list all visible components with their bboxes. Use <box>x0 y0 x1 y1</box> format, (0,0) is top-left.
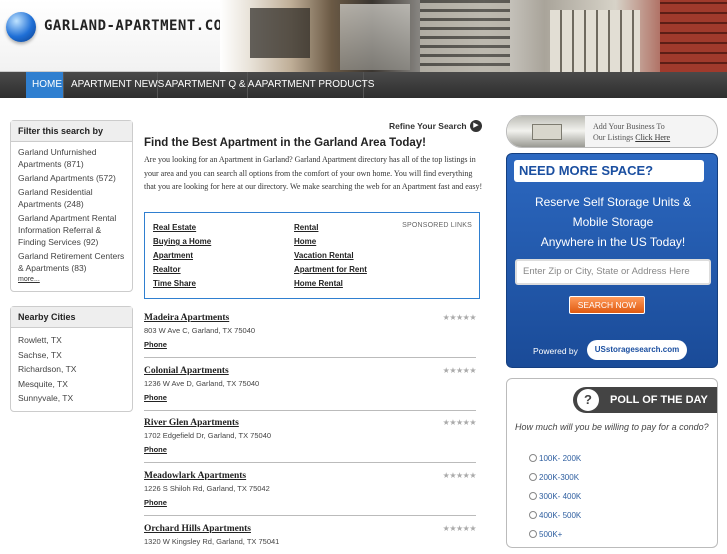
sponsored-link[interactable]: Apartment for Rent <box>294 265 367 274</box>
storage-body-line: Reserve Self Storage Units & <box>534 195 692 209</box>
poll-option[interactable]: 100K- 200K <box>529 454 581 463</box>
ad-line2: Our Listings <box>593 133 634 142</box>
poll-option-label: 500K+ <box>539 530 563 539</box>
sponsored-link[interactable]: Home Rental <box>294 279 343 288</box>
listing-item: Madeira Apartments 803 W Ave C, Garland,… <box>144 313 477 358</box>
intro-text: Are you looking for an Apartment in Garl… <box>144 155 483 192</box>
poll-option-label: 300K- 400K <box>539 492 582 501</box>
poll-option[interactable]: 200K-300K <box>529 473 579 482</box>
poll-option[interactable]: 300K- 400K <box>529 492 581 501</box>
site-title[interactable]: GARLAND-APARTMENT.COM <box>44 18 232 34</box>
powered-by-label: Powered by <box>533 346 578 356</box>
filter-item[interactable]: Garland Unfurnished Apartments (871) <box>18 146 125 170</box>
listing-name[interactable]: Madeira Apartments <box>144 313 229 323</box>
filter-item[interactable]: Garland Residential Apartments (248) <box>18 186 125 210</box>
listing-item: River Glen Apartments 1702 Edgefield Dr,… <box>144 418 477 463</box>
ad-image <box>507 116 585 147</box>
city-link[interactable]: Sunnyvale, TX <box>18 392 125 404</box>
listing-item: Colonial Apartments 1236 W Ave D, Garlan… <box>144 366 477 411</box>
listing-phone-link[interactable]: Phone <box>144 498 167 507</box>
question-icon: ? <box>577 389 599 411</box>
filter-more-link[interactable]: more... <box>18 276 125 283</box>
listing-address: 1236 W Ave D, Garland, TX 75040 <box>144 379 260 388</box>
sponsored-link[interactable]: Vacation Rental <box>294 251 354 260</box>
sponsored-link[interactable]: Rental <box>294 223 318 232</box>
storage-body-line: Anywhere in the US Today! <box>540 235 686 249</box>
search-now-button[interactable]: SEARCH NOW <box>569 296 645 314</box>
header: GARLAND-APARTMENT.COM <box>0 0 727 72</box>
usstoragesearch-logo[interactable]: USstoragesearch.com <box>587 340 687 360</box>
storage-body: Reserve Self Storage Units & Mobile Stor… <box>507 192 719 252</box>
city-link[interactable]: Rowlett, TX <box>18 334 125 346</box>
nearby-cities-box: Nearby Cities Rowlett, TX Sachse, TX Ric… <box>10 306 133 412</box>
listing-name[interactable]: Meadowlark Apartments <box>144 471 246 481</box>
radio-icon[interactable] <box>529 511 537 519</box>
listing-phone-link[interactable]: Phone <box>144 393 167 402</box>
poll-option-label: 400K- 500K <box>539 511 582 520</box>
sponsored-link[interactable]: Home <box>294 237 316 246</box>
filter-title: Filter this search by <box>11 121 132 142</box>
listing-name[interactable]: Colonial Apartments <box>144 366 229 376</box>
rating-stars: ★★★★★ <box>442 313 477 322</box>
refine-search-link[interactable]: Refine Your Search <box>389 121 467 131</box>
add-business-ad[interactable]: Add Your Business To Our Listings Click … <box>506 115 718 148</box>
poll-question: How much will you be willing to pay for … <box>515 422 709 432</box>
poll-option-label: 100K- 200K <box>539 454 582 463</box>
main-nav: HOME APARTMENT NEWS APARTMENT Q & A APAR… <box>0 72 727 98</box>
ad-click-here-link[interactable]: Click Here <box>635 133 670 142</box>
listing-phone-link[interactable]: Phone <box>144 340 167 349</box>
page-title: Find the Best Apartment in the Garland A… <box>144 137 426 149</box>
ad-text: Add Your Business To Our Listings Click … <box>593 121 670 143</box>
storage-body-line: Mobile Storage <box>572 215 654 229</box>
sponsored-link[interactable]: Real Estate <box>153 223 196 232</box>
listing-address: 1226 S Shiloh Rd, Garland, TX 75042 <box>144 484 270 493</box>
nearby-cities-title: Nearby Cities <box>11 307 132 328</box>
rating-stars: ★★★★★ <box>442 471 477 480</box>
radio-icon[interactable] <box>529 492 537 500</box>
nav-apartment-qa[interactable]: APARTMENT Q & A <box>159 72 254 98</box>
sponsored-link[interactable]: Buying a Home <box>153 237 211 246</box>
radio-icon[interactable] <box>529 530 537 538</box>
play-icon[interactable]: ▶ <box>470 120 482 132</box>
listing-item: Orchard Hills Apartments 1320 W Kingsley… <box>144 524 477 554</box>
sponsored-links-box: SPONSORED LINKS Real Estate Buying a Hom… <box>144 212 480 299</box>
listing-name[interactable]: Orchard Hills Apartments <box>144 524 251 534</box>
radio-icon[interactable] <box>529 473 537 481</box>
city-link[interactable]: Mesquite, TX <box>18 378 125 390</box>
nav-home[interactable]: HOME <box>26 72 64 98</box>
listing-phone-link[interactable]: Phone <box>144 445 167 454</box>
poll-box: POLL OF THE DAY ? How much will you be w… <box>506 378 718 548</box>
sponsored-link[interactable]: Realtor <box>153 265 181 274</box>
rating-stars: ★★★★★ <box>442 524 477 533</box>
rating-stars: ★★★★★ <box>442 418 477 427</box>
rating-stars: ★★★★★ <box>442 366 477 375</box>
storage-search-widget: NEED MORE SPACE? Reserve Self Storage Un… <box>506 153 718 368</box>
filter-item[interactable]: Garland Apartments (572) <box>18 172 125 184</box>
poll-option[interactable]: 400K- 500K <box>529 511 581 520</box>
logo-globe-icon[interactable] <box>6 12 36 42</box>
city-link[interactable]: Sachse, TX <box>18 349 125 361</box>
radio-icon[interactable] <box>529 454 537 462</box>
listing-address: 1702 Edgefield Dr, Garland, TX 75040 <box>144 431 272 440</box>
nav-apartment-products[interactable]: APARTMENT PRODUCTS <box>249 72 374 98</box>
filter-box: Filter this search by Garland Unfurnishe… <box>10 120 133 292</box>
filter-item[interactable]: Garland Retirement Centers & Apartments … <box>18 250 125 274</box>
nav-apartment-news[interactable]: APARTMENT NEWS <box>65 72 164 98</box>
storage-search-input[interactable]: Enter Zip or City, State or Address Here <box>515 259 711 285</box>
listing-item: Meadowlark Apartments 1226 S Shiloh Rd, … <box>144 471 477 516</box>
listing-address: 803 W Ave C, Garland, TX 75040 <box>144 326 256 335</box>
header-banner-image <box>220 0 727 72</box>
filter-item[interactable]: Garland Apartment Rental Information Ref… <box>18 212 125 248</box>
listing-name[interactable]: River Glen Apartments <box>144 418 239 428</box>
poll-option[interactable]: 500K+ <box>529 530 562 539</box>
storage-heading: NEED MORE SPACE? <box>514 160 704 182</box>
sponsored-link[interactable]: Time Share <box>153 279 196 288</box>
sponsored-link[interactable]: Apartment <box>153 251 193 260</box>
ad-line1: Add Your Business To <box>593 122 665 131</box>
city-link[interactable]: Richardson, TX <box>18 363 125 375</box>
poll-option-label: 200K-300K <box>539 473 580 482</box>
sponsored-label: SPONSORED LINKS <box>402 222 472 229</box>
